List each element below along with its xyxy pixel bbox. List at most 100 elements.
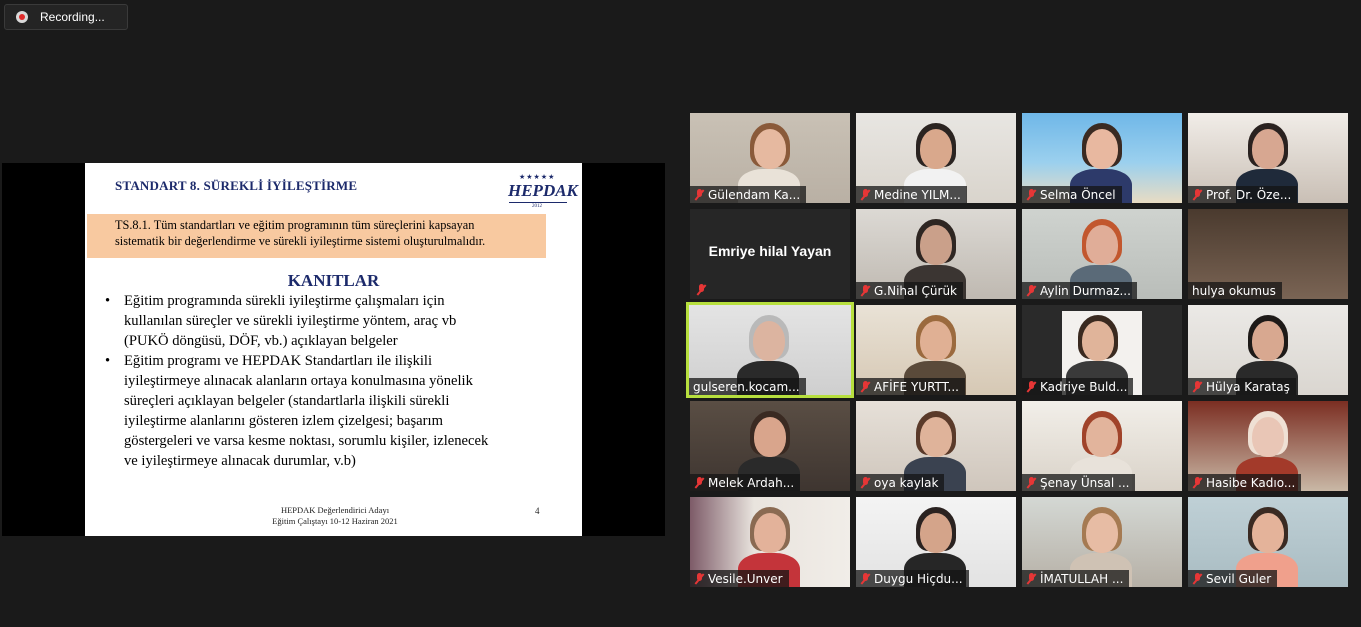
participant-name-tag: hulya okumus — [1188, 282, 1282, 299]
logo-year: 2012 — [532, 204, 542, 209]
evidence-bullet: Eğitim programında sürekli iyileştirme ç… — [105, 291, 575, 351]
participant-name-tag: İMATULLAH ... — [1022, 570, 1130, 587]
participant-name: gulseren.kocam... — [693, 379, 800, 394]
participant-name-tag: Prof. Dr. Öze... — [1188, 186, 1298, 203]
footer-line: HEPDAK Değerlendirici Adayı — [280, 505, 390, 515]
participant-tile[interactable]: Aylin Durmaz... — [1022, 209, 1182, 299]
participant-name: oya kaylak — [874, 475, 939, 490]
participant-tile[interactable]: Hasibe Kadıo... — [1188, 401, 1348, 491]
record-icon — [16, 11, 28, 23]
participant-name: Aylin Durmaz... — [1040, 283, 1131, 298]
standard-line: TS.8.1. Tüm standartları ve eğitim progr… — [115, 218, 475, 232]
standard-box: TS.8.1. Tüm standartları ve eğitim progr… — [87, 214, 546, 258]
hepdak-logo: ★★★★★ HEPDAK 2012 — [505, 173, 578, 209]
mic-muted-icon — [1026, 572, 1036, 585]
mic-muted-icon — [694, 188, 704, 201]
participant-name: Gülendam Ka... — [708, 187, 801, 202]
participant-tile[interactable]: Medine YILM... — [856, 113, 1016, 203]
mic-muted-icon — [860, 572, 870, 585]
slide-title: STANDART 8. SÜREKLİ İYİLEŞTİRME — [115, 178, 358, 193]
participant-name-tag: Medine YILM... — [856, 186, 967, 203]
participant-tile[interactable]: Kadriye Buld... — [1022, 305, 1182, 395]
participant-name: Hasibe Kadıo... — [1206, 475, 1296, 490]
mic-muted-icon — [694, 572, 704, 585]
participant-tile[interactable]: Şenay Ünsal ... — [1022, 401, 1182, 491]
participant-tile[interactable]: Duygu Hiçdu... — [856, 497, 1016, 587]
participant-name-tag: Şenay Ünsal ... — [1022, 474, 1136, 491]
bullet-line: ve iyileştirmeye alınacak durumlar, v.b) — [124, 453, 356, 469]
participant-tile[interactable]: Vesile.Unver — [690, 497, 850, 587]
participant-name-tag: Sevil Guler — [1188, 570, 1278, 587]
participant-tile[interactable]: Melek Ardah... — [690, 401, 850, 491]
participant-name: Melek Ardah... — [708, 475, 795, 490]
participant-tile[interactable]: Gülendam Ka... — [690, 113, 850, 203]
participant-tile[interactable]: hulya okumus — [1188, 209, 1348, 299]
mic-muted-icon — [860, 476, 870, 489]
participant-name: Prof. Dr. Öze... — [1206, 187, 1292, 202]
mic-muted-icon — [1026, 284, 1036, 297]
participant-name: İMATULLAH ... — [1040, 571, 1124, 586]
standard-line: sistematik bir değerlendirme ve sürekli … — [115, 234, 486, 248]
bullet-line: iyileştirmeye alınacak alanların ortaya … — [124, 373, 473, 389]
participant-name: Hülya Karataş — [1206, 379, 1290, 394]
participant-name-tag: Aylin Durmaz... — [1022, 282, 1137, 299]
participant-tile[interactable]: Selma Öncel — [1022, 113, 1182, 203]
participant-tile[interactable]: gulseren.kocam... — [686, 302, 854, 398]
participant-name-tag: oya kaylak — [856, 474, 945, 491]
mic-muted-icon — [860, 284, 870, 297]
participant-tile[interactable]: AFİFE YURTT... — [856, 305, 1016, 395]
participant-name-tag: G.Nihal Çürük — [856, 282, 964, 299]
participant-name: Duygu Hiçdu... — [874, 571, 963, 586]
bullet-line: süreçleri açıklayan belgeler (standartla… — [124, 393, 450, 409]
mic-muted-icon — [1026, 188, 1036, 201]
participant-tile[interactable]: Prof. Dr. Öze... — [1188, 113, 1348, 203]
mic-muted-icon — [860, 188, 870, 201]
participant-name: Emriye hilal Yayan — [708, 243, 832, 259]
participant-name: Kadriye Buld... — [1040, 379, 1128, 394]
bullet-line: kullanılan süreçler ve sürekli iyileştir… — [124, 313, 457, 329]
participant-name-tag: gulseren.kocam... — [689, 378, 806, 395]
mic-muted-icon — [1026, 380, 1036, 393]
participant-name: hulya okumus — [1192, 283, 1276, 298]
bullet-line: göstergeleri ve varsa kesme noktası, sor… — [124, 433, 489, 449]
evidence-list: Eğitim programında sürekli iyileştirme ç… — [105, 291, 575, 471]
shared-screen: STANDART 8. SÜREKLİ İYİLEŞTİRME ★★★★★ HE… — [2, 163, 665, 536]
mic-muted-icon — [1192, 476, 1202, 489]
slide-footer: HEPDAK Değerlendirici Adayı Eğitim Çalış… — [235, 505, 435, 527]
recording-indicator[interactable]: Recording... — [4, 4, 128, 30]
participant-name-tag: Kadriye Buld... — [1022, 378, 1134, 395]
logo-text: HEPDAK — [508, 181, 578, 200]
participant-name: AFİFE YURTT... — [874, 379, 959, 394]
participant-name-tag: Melek Ardah... — [690, 474, 801, 491]
participant-name-tag: Duygu Hiçdu... — [856, 570, 969, 587]
participant-tile[interactable]: İMATULLAH ... — [1022, 497, 1182, 587]
bullet-line: (PUKÖ döngüsü, DÖF, vb.) açıklayan belge… — [124, 333, 398, 349]
participant-name: Sevil Guler — [1206, 571, 1272, 586]
mic-muted-icon — [1192, 380, 1202, 393]
participant-tile[interactable]: oya kaylak — [856, 401, 1016, 491]
bullet-line: Eğitim programı ve HEPDAK Standartları i… — [124, 353, 433, 369]
participant-tile[interactable]: Sevil Guler — [1188, 497, 1348, 587]
recording-label: Recording... — [40, 10, 105, 24]
participant-tile[interactable]: G.Nihal Çürük — [856, 209, 1016, 299]
participant-tile[interactable]: Hülya Karataş — [1188, 305, 1348, 395]
evidence-bullet: Eğitim programı ve HEPDAK Standartları i… — [105, 351, 575, 471]
participant-name: Selma Öncel — [1040, 187, 1116, 202]
mic-muted-icon — [1192, 572, 1202, 585]
mic-muted-icon — [1192, 188, 1202, 201]
mic-muted-icon — [1026, 476, 1036, 489]
participant-name-tag: Hasibe Kadıo... — [1188, 474, 1302, 491]
participant-name: Şenay Ünsal ... — [1040, 475, 1130, 490]
participant-name: G.Nihal Çürük — [874, 283, 958, 298]
mic-muted-icon — [860, 380, 870, 393]
mic-muted-icon — [694, 476, 704, 489]
logo-stars: ★★★★★ — [519, 173, 556, 181]
bullet-line: iyileştirme alanlarını gösteren izlem çi… — [124, 413, 443, 429]
footer-line: Eğitim Çalıştayı 10-12 Haziran 2021 — [272, 516, 398, 526]
participant-name-tag: AFİFE YURTT... — [856, 378, 965, 395]
participant-name-tag: Vesile.Unver — [690, 570, 789, 587]
mic-muted-icon — [696, 284, 706, 296]
participant-tile[interactable]: Emriye hilal Yayan — [690, 209, 850, 299]
bullet-line: Eğitim programında sürekli iyileştirme ç… — [124, 293, 445, 309]
participant-name: Vesile.Unver — [708, 571, 783, 586]
